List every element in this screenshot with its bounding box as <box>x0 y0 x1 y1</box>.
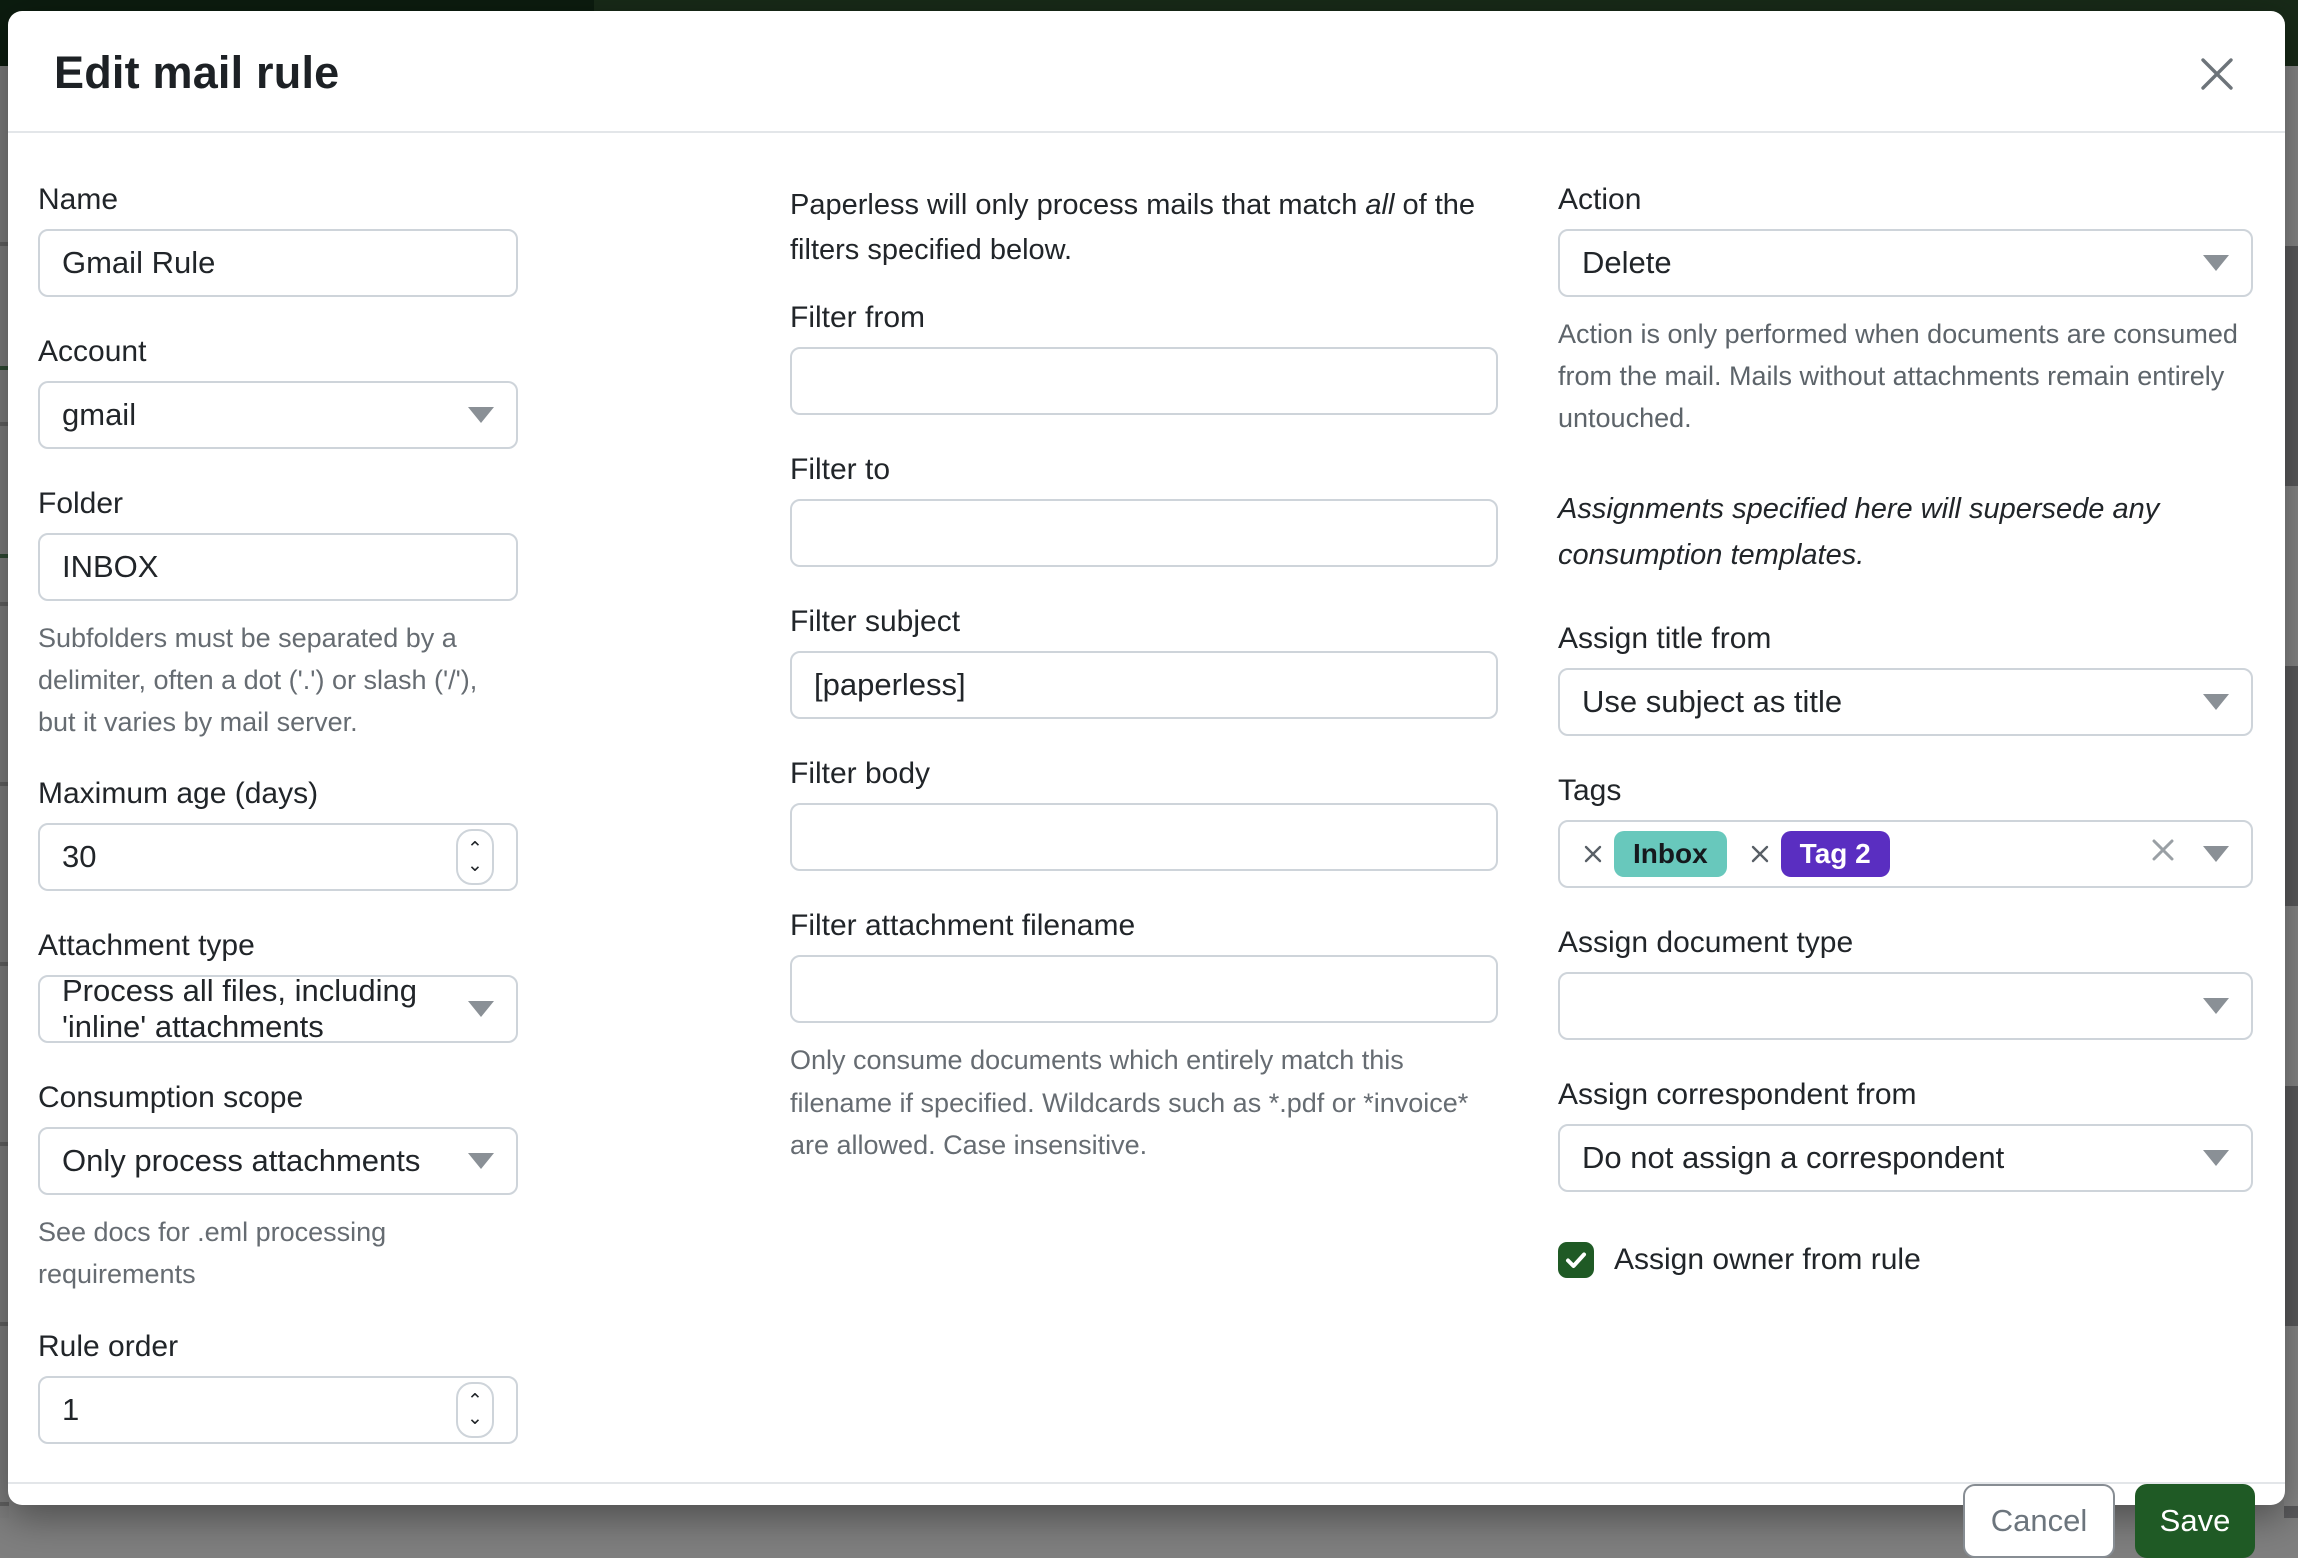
field-filter-filename: Filter attachment filename Only consume … <box>790 909 1498 1165</box>
tag-badge-tag2: Tag 2 <box>1781 831 1890 877</box>
chevron-down-icon <box>2203 694 2229 710</box>
tag-badge-inbox: Inbox <box>1614 831 1727 877</box>
attachment-type-selected-value: Process all files, including 'inline' at… <box>62 973 468 1045</box>
field-max-age: Maximum age (days) 30 ⌃⌄ <box>38 777 518 891</box>
filter-to-input[interactable] <box>790 499 1498 567</box>
dialog-header: Edit mail rule <box>8 11 2285 133</box>
checkbox-checked-icon[interactable] <box>1558 1242 1594 1278</box>
chevron-down-icon <box>2203 1150 2229 1166</box>
filter-subject-label: Filter subject <box>790 605 1498 639</box>
assign-title-label: Assign title from <box>1558 622 2253 656</box>
consumption-scope-selected-value: Only process attachments <box>62 1143 420 1179</box>
assign-owner-checkbox-row[interactable]: Assign owner from rule <box>1558 1242 2253 1278</box>
correspondent-selected-value: Do not assign a correspondent <box>1582 1140 2004 1176</box>
consumption-scope-help-text: See docs for .eml processing requirement… <box>38 1211 518 1295</box>
action-selected-value: Delete <box>1582 245 1672 281</box>
max-age-label: Maximum age (days) <box>38 777 518 811</box>
assign-title-select[interactable]: Use subject as title <box>1558 668 2253 736</box>
name-input[interactable] <box>38 229 518 297</box>
rule-order-input[interactable]: 1 ⌃⌄ <box>38 1376 518 1444</box>
field-filter-body: Filter body <box>790 757 1498 871</box>
field-filter-subject: Filter subject <box>790 605 1498 719</box>
folder-help-text: Subfolders must be separated by a delimi… <box>38 617 518 743</box>
consumption-scope-label: Consumption scope <box>38 1081 518 1115</box>
filters-intro-text: Paperless will only process mails that m… <box>790 183 1498 273</box>
edit-mail-rule-dialog: Edit mail rule Name Account gmail Folder <box>8 11 2285 1505</box>
dialog-title: Edit mail rule <box>54 47 2239 99</box>
cancel-button[interactable]: Cancel <box>1963 1484 2115 1558</box>
filter-from-input[interactable] <box>790 347 1498 415</box>
assign-owner-label: Assign owner from rule <box>1614 1243 1921 1277</box>
close-button[interactable] <box>2195 53 2239 97</box>
dialog-body: Name Account gmail Folder Subfolders mus… <box>8 133 2285 1482</box>
chevron-down-icon <box>468 407 494 423</box>
attachment-type-label: Attachment type <box>38 929 518 963</box>
filter-subject-input[interactable] <box>790 651 1498 719</box>
backdrop-page-right-edge <box>2284 66 2298 1518</box>
filter-filename-help-text: Only consume documents which entirely ma… <box>790 1039 1498 1165</box>
number-stepper-icon[interactable]: ⌃⌄ <box>456 829 494 885</box>
field-attachment-type: Attachment type Process all files, inclu… <box>38 929 518 1043</box>
correspondent-label: Assign correspondent from <box>1558 1078 2253 1112</box>
folder-label: Folder <box>38 487 518 521</box>
chevron-down-icon <box>468 1153 494 1169</box>
doc-type-label: Assign document type <box>1558 926 2253 960</box>
field-rule-order: Rule order 1 ⌃⌄ <box>38 1330 518 1444</box>
save-button[interactable]: Save <box>2135 1484 2255 1558</box>
field-action: Action Delete Action is only performed w… <box>1558 183 2253 439</box>
column-filters: Paperless will only process mails that m… <box>790 183 1498 1200</box>
chevron-down-icon <box>2203 846 2229 862</box>
max-age-input[interactable]: 30 ⌃⌄ <box>38 823 518 891</box>
account-select[interactable]: gmail <box>38 381 518 449</box>
field-doc-type: Assign document type <box>1558 926 2253 1040</box>
filter-filename-label: Filter attachment filename <box>790 909 1498 943</box>
account-selected-value: gmail <box>62 397 136 433</box>
tags-label: Tags <box>1558 774 2253 808</box>
chevron-down-icon <box>2203 998 2229 1014</box>
chevron-down-icon <box>468 1001 494 1017</box>
tags-multiselect[interactable]: Inbox Tag 2 <box>1558 820 2253 888</box>
dialog-footer: Cancel Save <box>8 1482 2285 1558</box>
action-select[interactable]: Delete <box>1558 229 2253 297</box>
filter-from-label: Filter from <box>790 301 1498 335</box>
max-age-value: 30 <box>62 839 96 875</box>
account-label: Account <box>38 335 518 369</box>
intro-emphasis: all <box>1365 189 1394 221</box>
folder-input[interactable] <box>38 533 518 601</box>
filter-filename-input[interactable] <box>790 955 1498 1023</box>
consumption-scope-select[interactable]: Only process attachments <box>38 1127 518 1195</box>
clear-tags-icon[interactable] <box>2149 836 2177 872</box>
field-folder: Folder Subfolders must be separated by a… <box>38 487 518 743</box>
filter-body-input[interactable] <box>790 803 1498 871</box>
field-correspondent: Assign correspondent from Do not assign … <box>1558 1078 2253 1192</box>
filter-to-label: Filter to <box>790 453 1498 487</box>
chevron-down-icon <box>2203 255 2229 271</box>
attachment-type-select[interactable]: Process all files, including 'inline' at… <box>38 975 518 1043</box>
assign-title-selected-value: Use subject as title <box>1582 684 1842 720</box>
field-consumption-scope: Consumption scope Only process attachmen… <box>38 1081 518 1295</box>
filter-body-label: Filter body <box>790 757 1498 791</box>
correspondent-select[interactable]: Do not assign a correspondent <box>1558 1124 2253 1192</box>
number-stepper-icon[interactable]: ⌃⌄ <box>456 1382 494 1438</box>
doc-type-select[interactable] <box>1558 972 2253 1040</box>
column-general: Name Account gmail Folder Subfolders mus… <box>38 183 518 1482</box>
field-assign-title: Assign title from Use subject as title <box>1558 622 2253 736</box>
rule-order-value: 1 <box>62 1392 79 1428</box>
field-tags: Tags Inbox Tag 2 <box>1558 774 2253 888</box>
rule-order-label: Rule order <box>38 1330 518 1364</box>
name-label: Name <box>38 183 518 217</box>
action-label: Action <box>1558 183 2253 217</box>
field-account: Account gmail <box>38 335 518 449</box>
close-icon <box>2197 54 2237 97</box>
assignments-note: Assignments specified here will supersed… <box>1558 487 2253 577</box>
field-name: Name <box>38 183 518 297</box>
field-filter-to: Filter to <box>790 453 1498 567</box>
remove-tag-icon[interactable] <box>1749 843 1771 865</box>
field-filter-from: Filter from <box>790 301 1498 415</box>
action-help-text: Action is only performed when documents … <box>1558 313 2253 439</box>
remove-tag-icon[interactable] <box>1582 843 1604 865</box>
column-actions: Action Delete Action is only performed w… <box>1558 183 2253 1278</box>
